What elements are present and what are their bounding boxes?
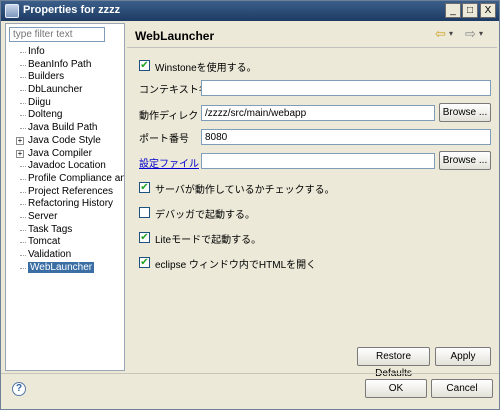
property-page: WebLauncher ⇦ ▾ ⇨ ▾ ✔ Winstoneを使用する。 コンテ…: [127, 23, 497, 379]
help-icon[interactable]: ?: [12, 382, 26, 396]
sidebar-item-label: WebLauncher: [28, 261, 95, 273]
tree-connector: [20, 77, 26, 79]
sidebar-item[interactable]: Profile Compliance and Va: [6, 173, 124, 186]
window-icon: [5, 4, 19, 18]
window-title: Properties for zzzz: [23, 4, 121, 16]
use-winstone-label: Winstoneを使用する。: [155, 63, 257, 74]
sidebar-item-label: Tomcat: [28, 236, 61, 248]
port-field[interactable]: [201, 129, 491, 145]
context-name-field[interactable]: [201, 80, 491, 96]
sidebar-item-label: BeanInfo Path: [28, 58, 92, 70]
page-title: WebLauncher: [135, 29, 215, 43]
sidebar-item[interactable]: Task Tags: [6, 224, 124, 237]
config-file-link[interactable]: 設定ファイル: [139, 155, 199, 170]
tree-connector: [20, 191, 26, 193]
title-bar[interactable]: Properties for zzzz _ □ X: [1, 1, 499, 21]
maximize-button[interactable]: □: [462, 3, 478, 18]
back-menu-chevron-down-icon[interactable]: ▾: [449, 27, 459, 41]
lite-mode-checkbox[interactable]: ✔: [139, 232, 150, 243]
filter-input[interactable]: [9, 27, 105, 42]
sidebar-item-label: DbLauncher: [28, 84, 83, 96]
tree-connector: [20, 128, 26, 130]
tree-connector: [20, 204, 26, 206]
working-dir-browse-button[interactable]: Browse ...: [439, 103, 491, 122]
sidebar-item[interactable]: Java Build Path: [6, 122, 124, 135]
close-button[interactable]: X: [480, 3, 496, 18]
sidebar-item[interactable]: Diigu: [6, 97, 124, 110]
category-tree: Info BeanInfo Path Builders DbLauncher Diigu…: [6, 46, 124, 274]
debug-mode-label: デバッガで起動する。: [155, 210, 255, 221]
properties-dialog: Properties for zzzz _ □ X InfoBeanInfo P…: [0, 0, 500, 410]
sidebar-item-label: Server: [28, 210, 58, 222]
sidebar-item[interactable]: Javadoc Location: [6, 160, 124, 173]
tree-connector: [20, 102, 26, 104]
category-sidebar: InfoBeanInfo PathBuildersDbLauncherDiigu…: [5, 23, 125, 371]
cancel-button[interactable]: Cancel: [431, 379, 493, 398]
sidebar-item-label: Info: [28, 46, 45, 57]
sidebar-item[interactable]: Info: [6, 46, 124, 59]
expand-plus-icon[interactable]: +: [16, 136, 24, 145]
forward-arrow-icon[interactable]: ⇨: [465, 27, 479, 41]
expand-plus-icon[interactable]: +: [16, 149, 24, 158]
tree-connector: [20, 216, 26, 218]
tree-connector: [20, 178, 26, 180]
sidebar-item-label: Validation: [28, 249, 72, 260]
open-html-label: eclipse ウィンドウ内でHTMLを開く: [155, 260, 317, 271]
sidebar-item[interactable]: Builders: [6, 71, 124, 84]
context-name-label: コンテキスト名: [139, 85, 209, 96]
sidebar-item[interactable]: + Java Compiler: [6, 148, 124, 161]
tree-connector: [20, 115, 26, 117]
working-dir-field[interactable]: [201, 105, 435, 121]
sidebar-item[interactable]: Refactoring History: [6, 198, 124, 211]
sidebar-item[interactable]: WebLauncher: [6, 261, 124, 275]
sidebar-item[interactable]: Project References: [6, 186, 124, 199]
forward-menu-chevron-down-icon[interactable]: ▾: [479, 27, 489, 41]
sidebar-item-label: Task Tags: [28, 223, 73, 235]
check-server-checkbox[interactable]: ✔: [139, 182, 150, 193]
sidebar-item-label: Java Compiler: [28, 147, 92, 159]
sidebar-item-label: Dolteng: [28, 109, 63, 121]
restore-defaults-button[interactable]: Restore Defaults: [357, 347, 430, 379]
sidebar-item[interactable]: BeanInfo Path: [6, 59, 124, 72]
sidebar-item[interactable]: Validation: [6, 249, 124, 262]
sidebar-item[interactable]: Tomcat: [6, 236, 124, 249]
sidebar-item-label: Diigu: [28, 96, 51, 108]
sidebar-item-label: Javadoc Location: [28, 160, 106, 172]
tree-connector: [20, 64, 26, 66]
tree-connector: [20, 255, 26, 256]
footer-divider: [1, 373, 499, 374]
debug-mode-checkbox[interactable]: [139, 207, 150, 218]
sidebar-item[interactable]: Dolteng: [6, 109, 124, 122]
check-server-label: サーバが動作しているかチェックする。: [155, 185, 335, 196]
minimize-button[interactable]: _: [445, 3, 461, 18]
sidebar-item-label: Project References: [28, 185, 114, 197]
tree-connector: [20, 229, 26, 231]
tree-connector: [20, 90, 26, 92]
sidebar-item[interactable]: + Java Code Style: [6, 135, 124, 148]
tree-connector: [20, 267, 26, 269]
port-label: ポート番号: [139, 134, 189, 145]
ok-button[interactable]: OK: [365, 379, 427, 398]
open-html-checkbox[interactable]: ✔: [139, 257, 150, 268]
sidebar-item[interactable]: Server: [6, 211, 124, 224]
sidebar-item[interactable]: DbLauncher: [6, 84, 124, 97]
sidebar-item-label: Java Code Style: [28, 134, 101, 146]
tree-connector: [20, 52, 26, 53]
back-arrow-icon[interactable]: ⇦: [435, 27, 449, 41]
lite-mode-label: Liteモードで起動する。: [155, 235, 262, 246]
config-file-browse-button[interactable]: Browse ...: [439, 151, 491, 170]
title-divider: [127, 47, 497, 48]
tree-connector: [20, 242, 26, 244]
apply-button[interactable]: Apply: [435, 347, 491, 366]
sidebar-item-label: Java Build Path: [28, 122, 98, 134]
tree-connector: [20, 166, 26, 168]
sidebar-item-label: Profile Compliance and Va: [28, 172, 124, 184]
config-file-field[interactable]: [201, 153, 435, 169]
sidebar-item-label: Refactoring History: [28, 198, 114, 210]
sidebar-item-label: Builders: [28, 71, 65, 83]
use-winstone-checkbox[interactable]: ✔: [139, 60, 150, 71]
